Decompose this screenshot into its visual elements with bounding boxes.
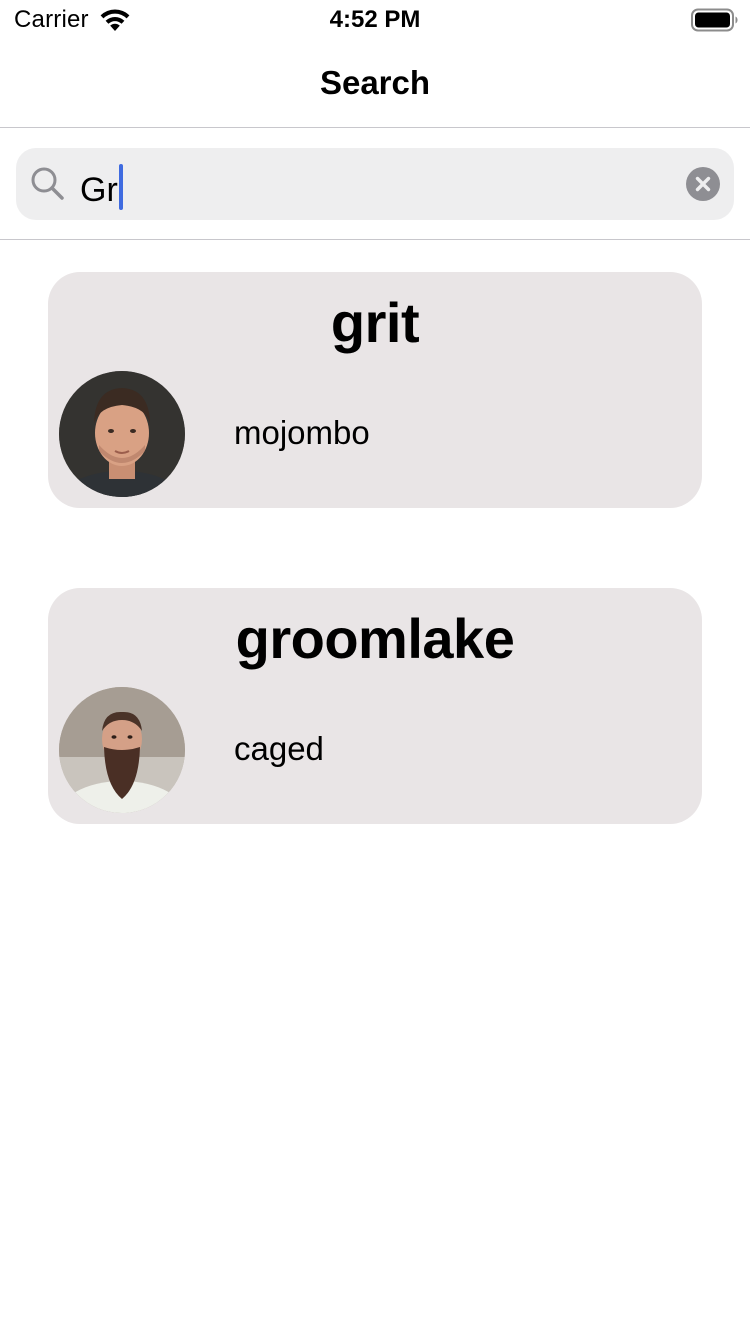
repo-name: grit xyxy=(330,291,420,354)
search-bar: Gr xyxy=(0,128,750,240)
repo-name: groomlake xyxy=(235,607,515,670)
clear-search-button[interactable] xyxy=(686,167,720,201)
battery-icon xyxy=(691,8,738,32)
avatar-image xyxy=(59,371,185,497)
result-card[interactable]: grit mojombo xyxy=(48,272,702,508)
status-bar: Carrier 4:52 PM xyxy=(0,0,750,40)
search-input-text: Gr xyxy=(80,171,118,209)
text-cursor xyxy=(118,164,123,210)
navigation-bar: Search xyxy=(0,40,750,128)
avatar-image xyxy=(59,687,185,813)
avatar xyxy=(59,687,185,813)
avatar xyxy=(59,371,185,497)
screen: Carrier 4:52 PM Search Gr grit mojombo g… xyxy=(0,0,750,1334)
result-card[interactable]: groomlake caged xyxy=(48,588,702,824)
search-icon xyxy=(31,167,64,200)
owner-name: caged xyxy=(234,730,324,767)
clock-time: 4:52 PM xyxy=(329,6,421,33)
clear-x-icon xyxy=(695,176,711,192)
search-field[interactable]: Gr xyxy=(16,148,734,220)
search-input[interactable]: Gr xyxy=(80,164,123,210)
owner-name: mojombo xyxy=(234,414,370,451)
page-title: Search xyxy=(319,64,431,101)
